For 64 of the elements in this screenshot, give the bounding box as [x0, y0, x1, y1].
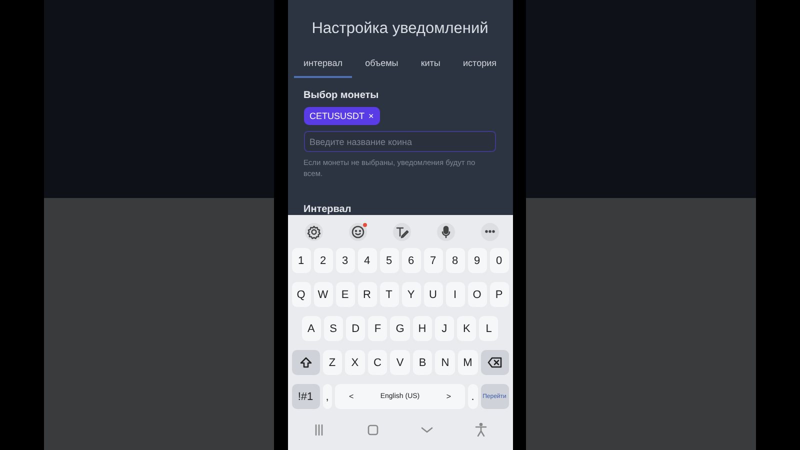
toolbar-button[interactable] — [392, 222, 410, 240]
key[interactable]: J — [434, 316, 454, 341]
key[interactable]: S — [324, 316, 343, 341]
chip-label: CETUSUSDT — [310, 111, 365, 121]
backspace-icon — [486, 356, 503, 369]
backspace-key[interactable] — [480, 350, 509, 375]
section-label: Интервал — [304, 204, 352, 215]
key[interactable]: C — [368, 350, 388, 375]
key[interactable]: U — [424, 282, 442, 307]
tab[interactable]: объемы — [355, 52, 408, 78]
coin-search-field[interactable]: Введите название коина — [304, 131, 496, 152]
key[interactable]: 5 — [380, 248, 398, 273]
shift-icon — [298, 356, 312, 369]
key[interactable]: 7 — [424, 248, 442, 273]
key[interactable]: Y — [402, 282, 420, 307]
key[interactable]: G — [390, 316, 410, 341]
toolbar-button[interactable] — [480, 222, 498, 240]
key[interactable]: W — [314, 282, 332, 307]
key[interactable]: 4 — [358, 248, 376, 273]
key[interactable]: 8 — [446, 248, 464, 273]
key[interactable]: Z — [322, 350, 342, 375]
key[interactable]: T — [380, 282, 398, 307]
toolbar-button[interactable] — [304, 222, 322, 240]
symbols-key[interactable]: !#1 — [292, 384, 320, 409]
key[interactable]: K — [457, 316, 476, 341]
key[interactable]: 0 — [490, 248, 508, 273]
toolbar-button[interactable] — [436, 222, 454, 240]
key[interactable]: 9 — [468, 248, 486, 273]
key[interactable]: F — [368, 316, 388, 341]
key[interactable]: 2 — [314, 248, 332, 273]
key[interactable]: V — [390, 350, 410, 375]
key[interactable]: M — [458, 350, 478, 375]
key[interactable]: L — [479, 316, 498, 341]
key[interactable]: 3 — [336, 248, 354, 273]
more-icon — [484, 230, 494, 233]
key[interactable]: , — [322, 384, 332, 409]
smiley-icon — [350, 224, 366, 240]
settings-icon — [306, 224, 322, 240]
key[interactable]: D — [346, 316, 366, 341]
key[interactable]: B — [412, 350, 432, 375]
accessibility-icon[interactable] — [473, 422, 490, 438]
key[interactable]: Q — [292, 282, 310, 307]
tab[interactable]: интервал — [294, 52, 352, 78]
key[interactable]: E — [336, 282, 354, 307]
screen-title: Настройка уведомлений — [312, 20, 488, 38]
key[interactable]: O — [468, 282, 486, 307]
shift-key[interactable] — [292, 350, 320, 375]
tab[interactable]: история — [453, 52, 506, 78]
language-arrow[interactable]: > — [446, 392, 451, 401]
key[interactable]: R — [358, 282, 376, 307]
key[interactable]: H — [412, 316, 432, 341]
key[interactable]: X — [345, 350, 365, 375]
key[interactable]: 1 — [292, 248, 310, 273]
toolbar-button[interactable] — [348, 222, 366, 240]
key[interactable]: I — [446, 282, 464, 307]
language-arrow[interactable]: < — [349, 392, 354, 401]
key[interactable]: P — [490, 282, 508, 307]
section-label: Выбор монеты — [304, 90, 379, 101]
key[interactable]: 6 — [402, 248, 420, 273]
key[interactable]: A — [302, 316, 321, 341]
tab[interactable]: киты — [410, 52, 450, 78]
key[interactable]: . — [468, 384, 478, 409]
key[interactable]: N — [435, 350, 455, 375]
remove-button[interactable]: × — [368, 111, 374, 121]
